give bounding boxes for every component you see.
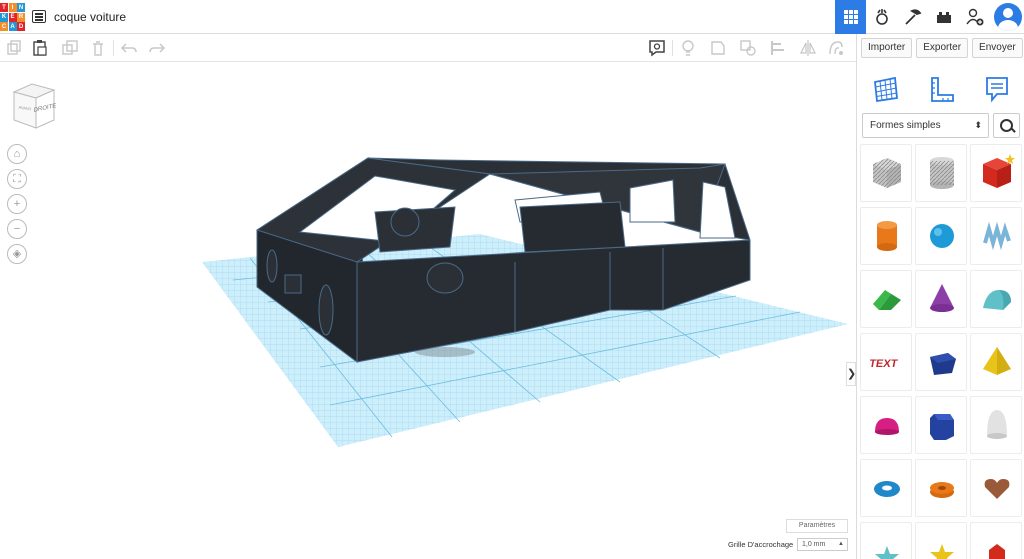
snap-grid-label: Grille D'accrochage: [728, 540, 794, 549]
panel-actions: Importer Exporter Envoyer: [861, 38, 1023, 58]
add-user-icon: [965, 8, 983, 26]
toolbar-divider: [113, 40, 114, 56]
shape-tube[interactable]: [915, 459, 967, 517]
shape-text[interactable]: TEXT: [860, 333, 912, 391]
shape-star[interactable]: [860, 522, 912, 559]
svg-text:TEXT: TEXT: [869, 358, 899, 370]
panel-tabs: [857, 70, 1024, 110]
shape-torus[interactable]: [860, 459, 912, 517]
shape-heart[interactable]: [970, 459, 1022, 517]
shape-category-select[interactable]: Formes simples ⬍: [862, 113, 989, 138]
shape-grid: TEXT: [857, 144, 1024, 559]
shape-icon[interactable]: [709, 39, 727, 57]
shape-box-hole[interactable]: [860, 144, 912, 202]
shape-cylinder-hole[interactable]: [915, 144, 967, 202]
build-button[interactable]: [897, 0, 928, 34]
align-icon[interactable]: [769, 39, 787, 57]
workplane-grid-icon[interactable]: [871, 74, 901, 104]
shape-roof[interactable]: [860, 270, 912, 328]
toolbar-divider: [672, 40, 673, 56]
shape-paraboloid[interactable]: [970, 396, 1022, 454]
shape-sphere[interactable]: [915, 207, 967, 265]
bricks-button[interactable]: [928, 0, 959, 34]
logo-letter: I: [8, 3, 17, 12]
shape-hexagonal-prism[interactable]: [915, 396, 967, 454]
search-button[interactable]: [993, 113, 1020, 138]
avatar[interactable]: [994, 3, 1022, 31]
shape-cone[interactable]: [915, 270, 967, 328]
design-title[interactable]: coque voiture: [54, 10, 126, 24]
logo-letter: N: [17, 3, 25, 12]
tinkercad-logo[interactable]: T I N K E R C A D: [0, 3, 25, 31]
grid-view-icon: [843, 10, 858, 24]
cruise-icon[interactable]: [827, 39, 845, 57]
tinkercad-app: T I N K E R C A D coque voiture DROITE A…: [0, 0, 1024, 559]
design-list-icon[interactable]: [32, 10, 46, 23]
shape-category-value: Formes simples: [870, 120, 941, 131]
delete-icon[interactable]: [89, 39, 107, 57]
undo-icon[interactable]: [120, 39, 138, 57]
import-button[interactable]: Importer: [861, 38, 913, 58]
shape-box[interactable]: [970, 144, 1022, 202]
scene[interactable]: [0, 62, 856, 559]
add-user-button[interactable]: [959, 0, 990, 34]
ruler-icon[interactable]: [927, 74, 957, 104]
redo-icon[interactable]: [148, 39, 166, 57]
simulate-button[interactable]: [866, 0, 897, 34]
snap-grid-select[interactable]: 1,0 mm ▲: [797, 538, 848, 551]
top-bar: T I N K E R C A D coque voiture: [0, 0, 1024, 34]
settings-button[interactable]: Paramètres: [786, 519, 848, 533]
shapes-panel: Importer Exporter Envoyer Formes simples…: [856, 34, 1024, 559]
bricks-icon: [936, 12, 951, 23]
caret-icon: ▲: [838, 541, 844, 547]
export-button[interactable]: Exporter: [916, 38, 969, 58]
shape-pyramid[interactable]: [970, 333, 1022, 391]
chevron-right-icon: ❯: [847, 368, 856, 380]
shape-gem[interactable]: [970, 522, 1022, 559]
logo-letter: A: [8, 22, 17, 31]
shape-scribble[interactable]: [970, 207, 1022, 265]
shape-cylinder[interactable]: [860, 207, 912, 265]
duplicate-icon[interactable]: [61, 39, 79, 57]
note-icon[interactable]: [648, 39, 666, 57]
mirror-icon[interactable]: [799, 39, 817, 57]
top-right-controls: [835, 0, 1024, 34]
logo-letter: R: [17, 12, 25, 22]
shape-polygon[interactable]: [915, 333, 967, 391]
logo-letter: E: [8, 12, 17, 22]
notes-icon[interactable]: [982, 74, 1012, 104]
snap-grid-value: 1,0 mm: [802, 541, 826, 548]
logo-letter: K: [0, 12, 8, 22]
logo-letter: C: [0, 22, 8, 31]
shape-round-roof[interactable]: [970, 270, 1022, 328]
copy-icon[interactable]: [5, 39, 23, 57]
paste-icon[interactable]: [31, 39, 49, 57]
panel-collapse-button[interactable]: ❯: [846, 362, 856, 386]
grid-view-button[interactable]: [835, 0, 866, 34]
workplane-canvas[interactable]: DROITE AVANT ⌂ ⛶ + − ◈ ❯ Paramètres Gril…: [0, 62, 856, 559]
group-icon[interactable]: [739, 39, 757, 57]
edit-toolbar: [0, 34, 856, 62]
light-icon[interactable]: [679, 39, 697, 57]
build-icon: [904, 9, 921, 25]
shape-star-gold[interactable]: [915, 522, 967, 559]
logo-letter: T: [0, 3, 8, 12]
simulate-icon: [875, 9, 888, 25]
logo-letter: D: [17, 22, 25, 31]
send-button[interactable]: Envoyer: [972, 38, 1023, 58]
shape-half-sphere[interactable]: [860, 396, 912, 454]
updown-icon: ⬍: [974, 120, 982, 130]
